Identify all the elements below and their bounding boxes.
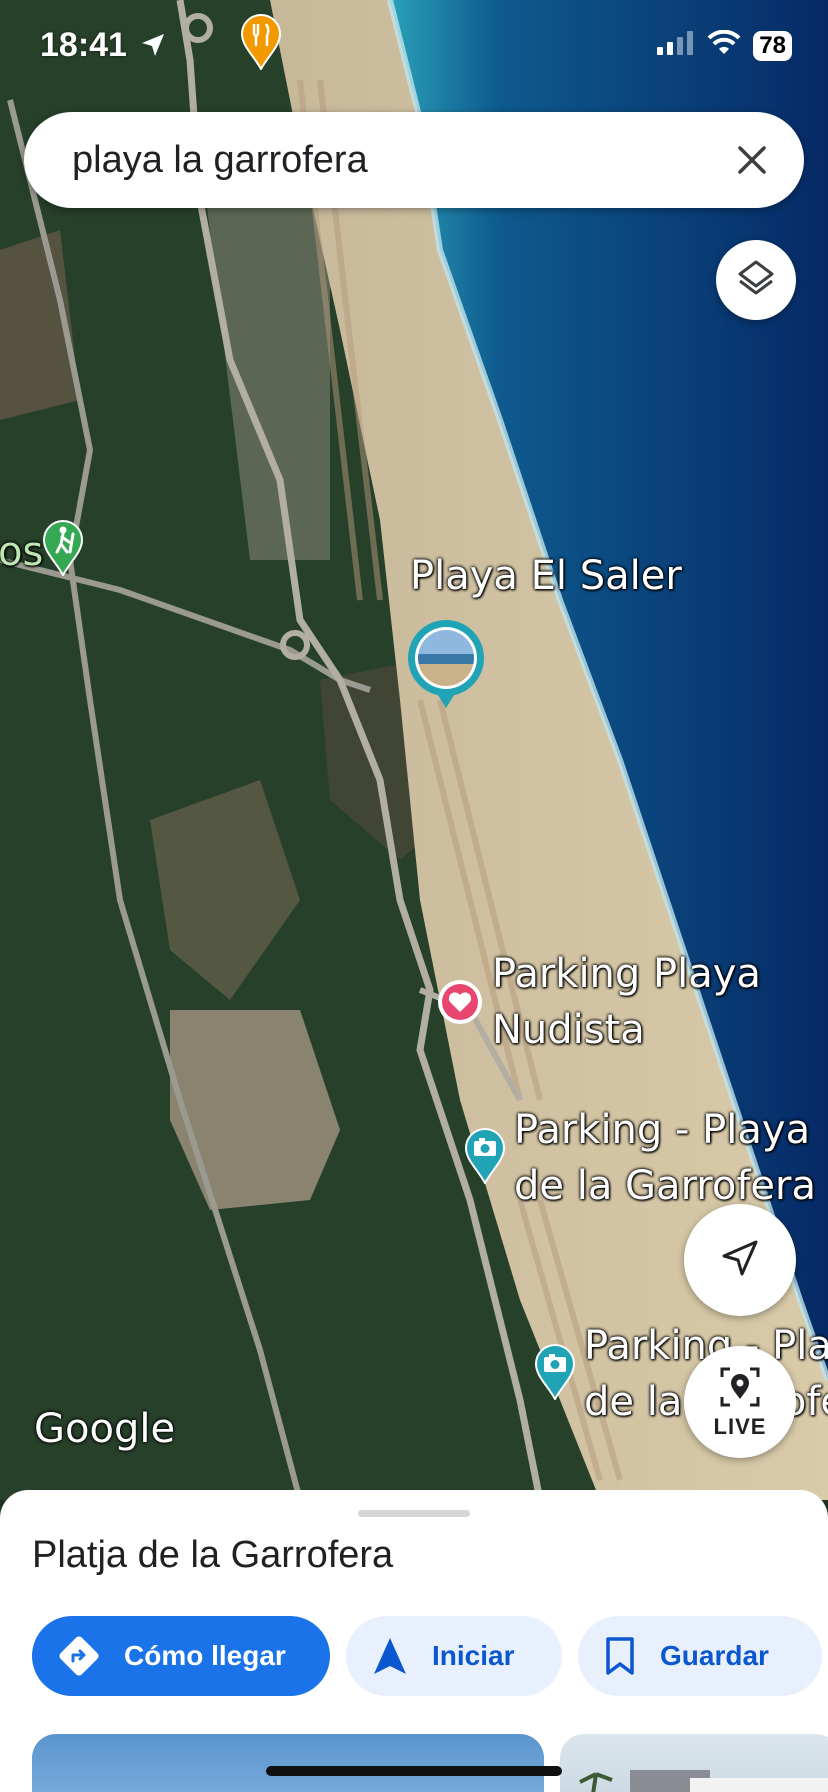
restaurant-icon[interactable] [240,14,282,75]
directions-icon [58,1635,100,1677]
start-navigation-icon [372,1636,408,1676]
map-label-parking-nudista-2[interactable]: Nudista [492,1002,645,1058]
action-chips: Cómo llegar Iniciar Guardar [32,1616,822,1696]
live-view-button[interactable]: LIVE [684,1346,796,1458]
close-icon[interactable] [712,120,792,200]
place-bottom-sheet[interactable]: Platja de la Garrofera Cómo llegar Inici… [0,1490,828,1792]
navigation-icon [720,1238,760,1283]
location-arrow-icon [140,28,166,67]
playa-el-saler-photo-marker[interactable] [404,616,488,721]
save-label: Guardar [660,1640,769,1671]
camera-icon[interactable] [464,1128,506,1189]
home-indicator[interactable] [266,1766,562,1776]
live-view-icon [718,1365,762,1414]
status-time: 18:41 [40,26,166,67]
wifi-icon [707,29,741,61]
save-button[interactable]: Guardar [578,1616,822,1696]
place-title: Platja de la Garrofera [32,1534,394,1576]
map-label-parking-garrofera-1[interactable]: Parking - Playa [514,1102,810,1158]
heart-icon[interactable] [436,978,484,1031]
map-label-parking-garrofera-2[interactable]: de la Garrofera [514,1158,816,1214]
battery-icon: 78 [753,30,792,61]
map-label-playa-el-saler[interactable]: Playa El Saler [410,548,682,604]
search-input[interactable]: playa la garrofera [72,139,712,182]
place-photo-1[interactable] [32,1734,544,1792]
layers-icon [736,258,776,303]
signal-icon [657,31,695,60]
map-label-parking-nudista-1[interactable]: Parking Playa [492,946,761,1002]
layers-button[interactable] [716,240,796,320]
start-label: Iniciar [432,1640,515,1671]
map-label-left-edge: os [0,529,44,575]
bookmark-icon [604,1636,636,1676]
status-indicators: 78 [657,29,792,61]
directions-button[interactable]: Cómo llegar [32,1616,330,1696]
my-location-button[interactable] [684,1204,796,1316]
place-photo-2[interactable] [560,1734,828,1792]
start-button[interactable]: Iniciar [346,1616,562,1696]
google-logo: Google [34,1406,176,1452]
sheet-drag-handle[interactable] [358,1510,470,1517]
search-bar[interactable]: playa la garrofera [24,112,804,208]
hiking-icon[interactable] [42,520,84,581]
camera-icon[interactable] [534,1344,576,1405]
directions-label: Cómo llegar [124,1640,286,1671]
live-label: LIVE [713,1413,767,1439]
